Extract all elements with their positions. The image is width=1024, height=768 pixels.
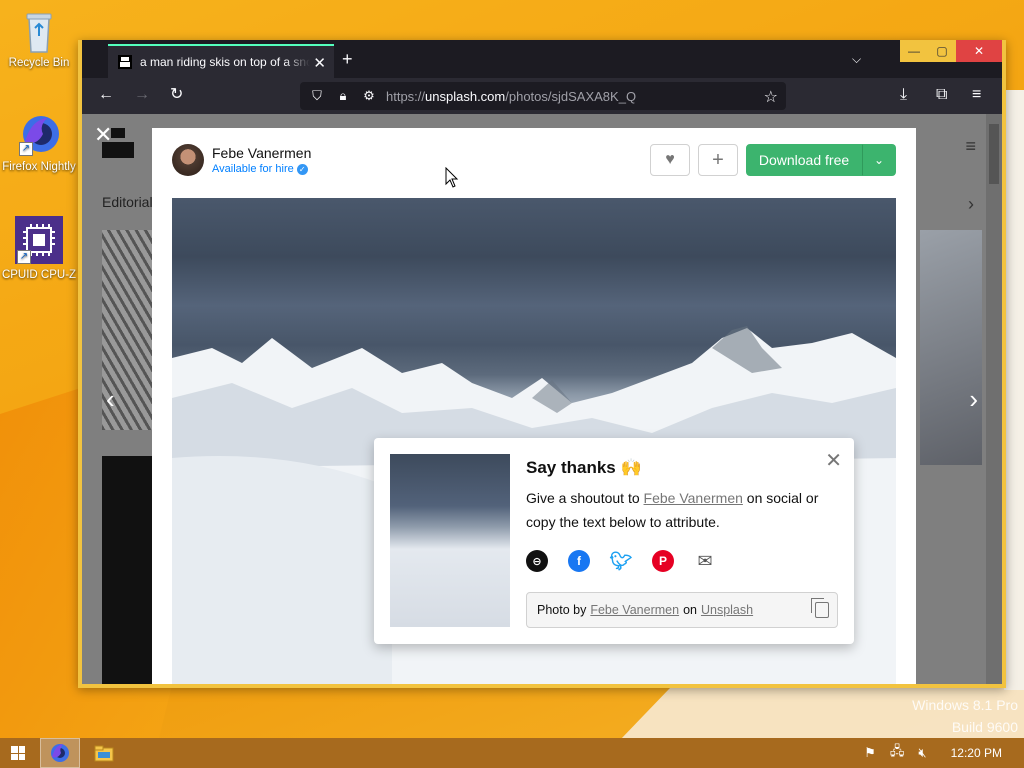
volume-muted-icon[interactable]: 🔇︎ bbox=[918, 745, 926, 761]
tab-title: a man riding skis on top of a snow cover… bbox=[140, 55, 310, 69]
downloads-icon[interactable]: ⤓ bbox=[900, 86, 907, 104]
web-page: ✕ ≡ Editorial › ‹ › Febe Vanermen Availa… bbox=[82, 114, 1002, 684]
taskbar-firefox-nightly[interactable] bbox=[40, 738, 80, 768]
attribution-author-link[interactable]: Febe Vanermen bbox=[590, 603, 679, 617]
back-icon[interactable]: ← bbox=[98, 86, 114, 104]
email-icon[interactable]: ✉ bbox=[694, 550, 716, 572]
chevron-down-icon: ⌄ bbox=[873, 153, 885, 167]
share-buttons: ⊖ f 🐦︎ P ✉ bbox=[526, 550, 716, 572]
say-thanks-title: Say thanks 🙌 bbox=[526, 458, 642, 477]
url-scheme: https:// bbox=[386, 88, 426, 104]
system-tray: ⚑ 🖧︎ 🔇︎ 12:20 PM bbox=[864, 738, 1024, 768]
attribution-on: on bbox=[683, 603, 697, 617]
reload-icon[interactable]: ↻ bbox=[170, 86, 183, 104]
bookmark-star-icon[interactable]: ☆ bbox=[764, 87, 778, 107]
window-controls: — ▢ ✕ bbox=[900, 40, 1002, 62]
add-to-collection-button[interactable]: + bbox=[698, 144, 738, 176]
taskbar: ⚑ 🖧︎ 🔇︎ 12:20 PM bbox=[0, 738, 1024, 768]
network-icon[interactable]: 🖧︎ bbox=[890, 742, 905, 764]
attribution-unsplash-link[interactable]: Unsplash bbox=[701, 603, 753, 617]
tab-unsplash-photo[interactable]: a man riding skis on top of a snow cover… bbox=[108, 44, 334, 78]
unsplash-favicon-icon bbox=[118, 55, 132, 69]
url-path: /photos/sjdSAXA8K_Q bbox=[505, 88, 637, 104]
browser-titlebar: a man riding skis on top of a snow cover… bbox=[82, 40, 1002, 78]
windows-watermark: Windows 8.1 Pro Build 9600 bbox=[912, 694, 1018, 738]
attribution-prefix: Photo by bbox=[537, 603, 587, 617]
hire-status-text: Available for hire bbox=[212, 163, 294, 175]
permissions-icon[interactable]: ⚙ bbox=[360, 88, 378, 104]
shortcut-arrow-icon: ↗ bbox=[17, 250, 31, 264]
shield-icon[interactable]: ⛉ bbox=[308, 88, 326, 104]
firefox-nightly-icon: ↗ bbox=[17, 112, 61, 156]
close-say-thanks-icon[interactable]: ✕ bbox=[825, 448, 842, 473]
maximize-button[interactable]: ▢ bbox=[928, 40, 956, 62]
download-options-button[interactable]: ⌄ bbox=[862, 144, 896, 176]
available-for-hire-label[interactable]: Available for hire ✓ bbox=[212, 163, 311, 175]
twitter-icon[interactable]: 🐦︎ bbox=[610, 550, 633, 572]
desktop-icon-cpuz[interactable]: ↗ CPUID CPU-Z bbox=[1, 216, 77, 282]
link-icon[interactable]: ⊖ bbox=[526, 550, 548, 572]
watermark-build: Build 9600 bbox=[951, 719, 1018, 735]
minimize-button[interactable]: — bbox=[900, 40, 928, 62]
watermark-edition: Windows 8.1 Pro bbox=[912, 697, 1018, 713]
desktop-wallpaper-strip bbox=[1004, 90, 1024, 690]
author-name[interactable]: Febe Vanermen bbox=[212, 145, 311, 161]
desktop-icon-label: Firefox Nightly bbox=[2, 161, 76, 173]
tab-close-icon[interactable]: ✕ bbox=[313, 54, 326, 72]
hamburger-menu-icon[interactable]: ≡ bbox=[965, 136, 976, 157]
windows-logo-icon bbox=[11, 746, 25, 760]
extensions-icon[interactable]: ⧉ bbox=[936, 86, 947, 104]
desktop-icon-firefox-nightly[interactable]: ↗ Firefox Nightly bbox=[1, 112, 77, 174]
plus-icon: + bbox=[712, 148, 724, 171]
forward-icon[interactable]: → bbox=[134, 86, 150, 104]
editorial-tab[interactable]: Editorial bbox=[102, 194, 153, 210]
desktop-icon-label: Recycle Bin bbox=[8, 57, 70, 69]
shortcut-arrow-icon: ↗ bbox=[19, 142, 33, 156]
facebook-icon[interactable]: f bbox=[568, 550, 590, 572]
url-bar[interactable]: ⛉ 🔒︎ ⚙ https://unsplash.com/photos/sjdSA… bbox=[300, 82, 786, 110]
recycle-bin-icon bbox=[17, 8, 61, 53]
background-photo bbox=[920, 230, 982, 465]
say-thanks-popup: Say thanks 🙌 ✕ Give a shoutout to Febe V… bbox=[374, 438, 854, 644]
taskbar-file-explorer[interactable] bbox=[84, 738, 124, 768]
author-info[interactable]: Febe Vanermen Available for hire ✓ bbox=[172, 144, 311, 176]
download-free-button[interactable]: Download free bbox=[746, 144, 862, 176]
app-menu-icon[interactable]: ≡ bbox=[972, 86, 981, 104]
browser-window: a man riding skis on top of a snow cover… bbox=[78, 40, 1006, 688]
say-thanks-text-prefix: Give a shoutout to bbox=[526, 490, 644, 506]
background-photo bbox=[102, 456, 154, 684]
close-modal-icon[interactable]: ✕ bbox=[94, 122, 112, 148]
previous-photo-icon[interactable]: ‹ bbox=[106, 384, 115, 415]
say-thanks-author-link[interactable]: Febe Vanermen bbox=[644, 490, 743, 506]
mouse-cursor-icon bbox=[445, 167, 459, 188]
chevron-right-icon[interactable]: › bbox=[968, 194, 974, 215]
author-avatar[interactable] bbox=[172, 144, 204, 176]
photo-modal: Febe Vanermen Available for hire ✓ ♥ + Do… bbox=[152, 128, 916, 684]
heart-icon: ♥ bbox=[665, 151, 675, 168]
page-scrollbar[interactable] bbox=[986, 114, 1002, 684]
firefox-nightly-icon bbox=[51, 744, 69, 762]
folder-icon bbox=[94, 745, 114, 762]
next-photo-icon[interactable]: › bbox=[969, 384, 978, 415]
say-thanks-message: Give a shoutout to Febe Vanermen on soci… bbox=[526, 486, 842, 534]
lock-icon[interactable]: 🔒︎ bbox=[334, 88, 352, 104]
action-center-flag-icon[interactable]: ⚑ bbox=[864, 745, 876, 761]
url-host: unsplash.com bbox=[425, 88, 506, 104]
copy-icon[interactable] bbox=[811, 598, 829, 618]
cpuz-icon: ↗ bbox=[15, 216, 63, 264]
say-thanks-photo-thumbnail bbox=[390, 454, 510, 627]
like-button[interactable]: ♥ bbox=[650, 144, 690, 176]
scrollbar-thumb[interactable] bbox=[989, 124, 999, 184]
verified-check-icon: ✓ bbox=[296, 164, 308, 175]
pinterest-icon[interactable]: P bbox=[652, 550, 674, 572]
desktop-icon-recycle-bin[interactable]: Recycle Bin bbox=[1, 8, 77, 70]
attribution-text-box[interactable]: Photo by Febe Vanermen on Unsplash bbox=[526, 592, 838, 628]
new-tab-button[interactable]: + bbox=[342, 50, 353, 68]
taskbar-clock[interactable]: 12:20 PM bbox=[951, 746, 1002, 760]
list-all-tabs-button[interactable]: ⌵ bbox=[852, 52, 861, 67]
navigation-toolbar: ← → ↻ ⛉ 🔒︎ ⚙ https://unsplash.com/photos… bbox=[82, 78, 1002, 114]
close-window-button[interactable]: ✕ bbox=[956, 40, 1002, 62]
desktop-icon-label: CPUID CPU-Z bbox=[1, 269, 77, 281]
start-button[interactable] bbox=[0, 738, 36, 768]
